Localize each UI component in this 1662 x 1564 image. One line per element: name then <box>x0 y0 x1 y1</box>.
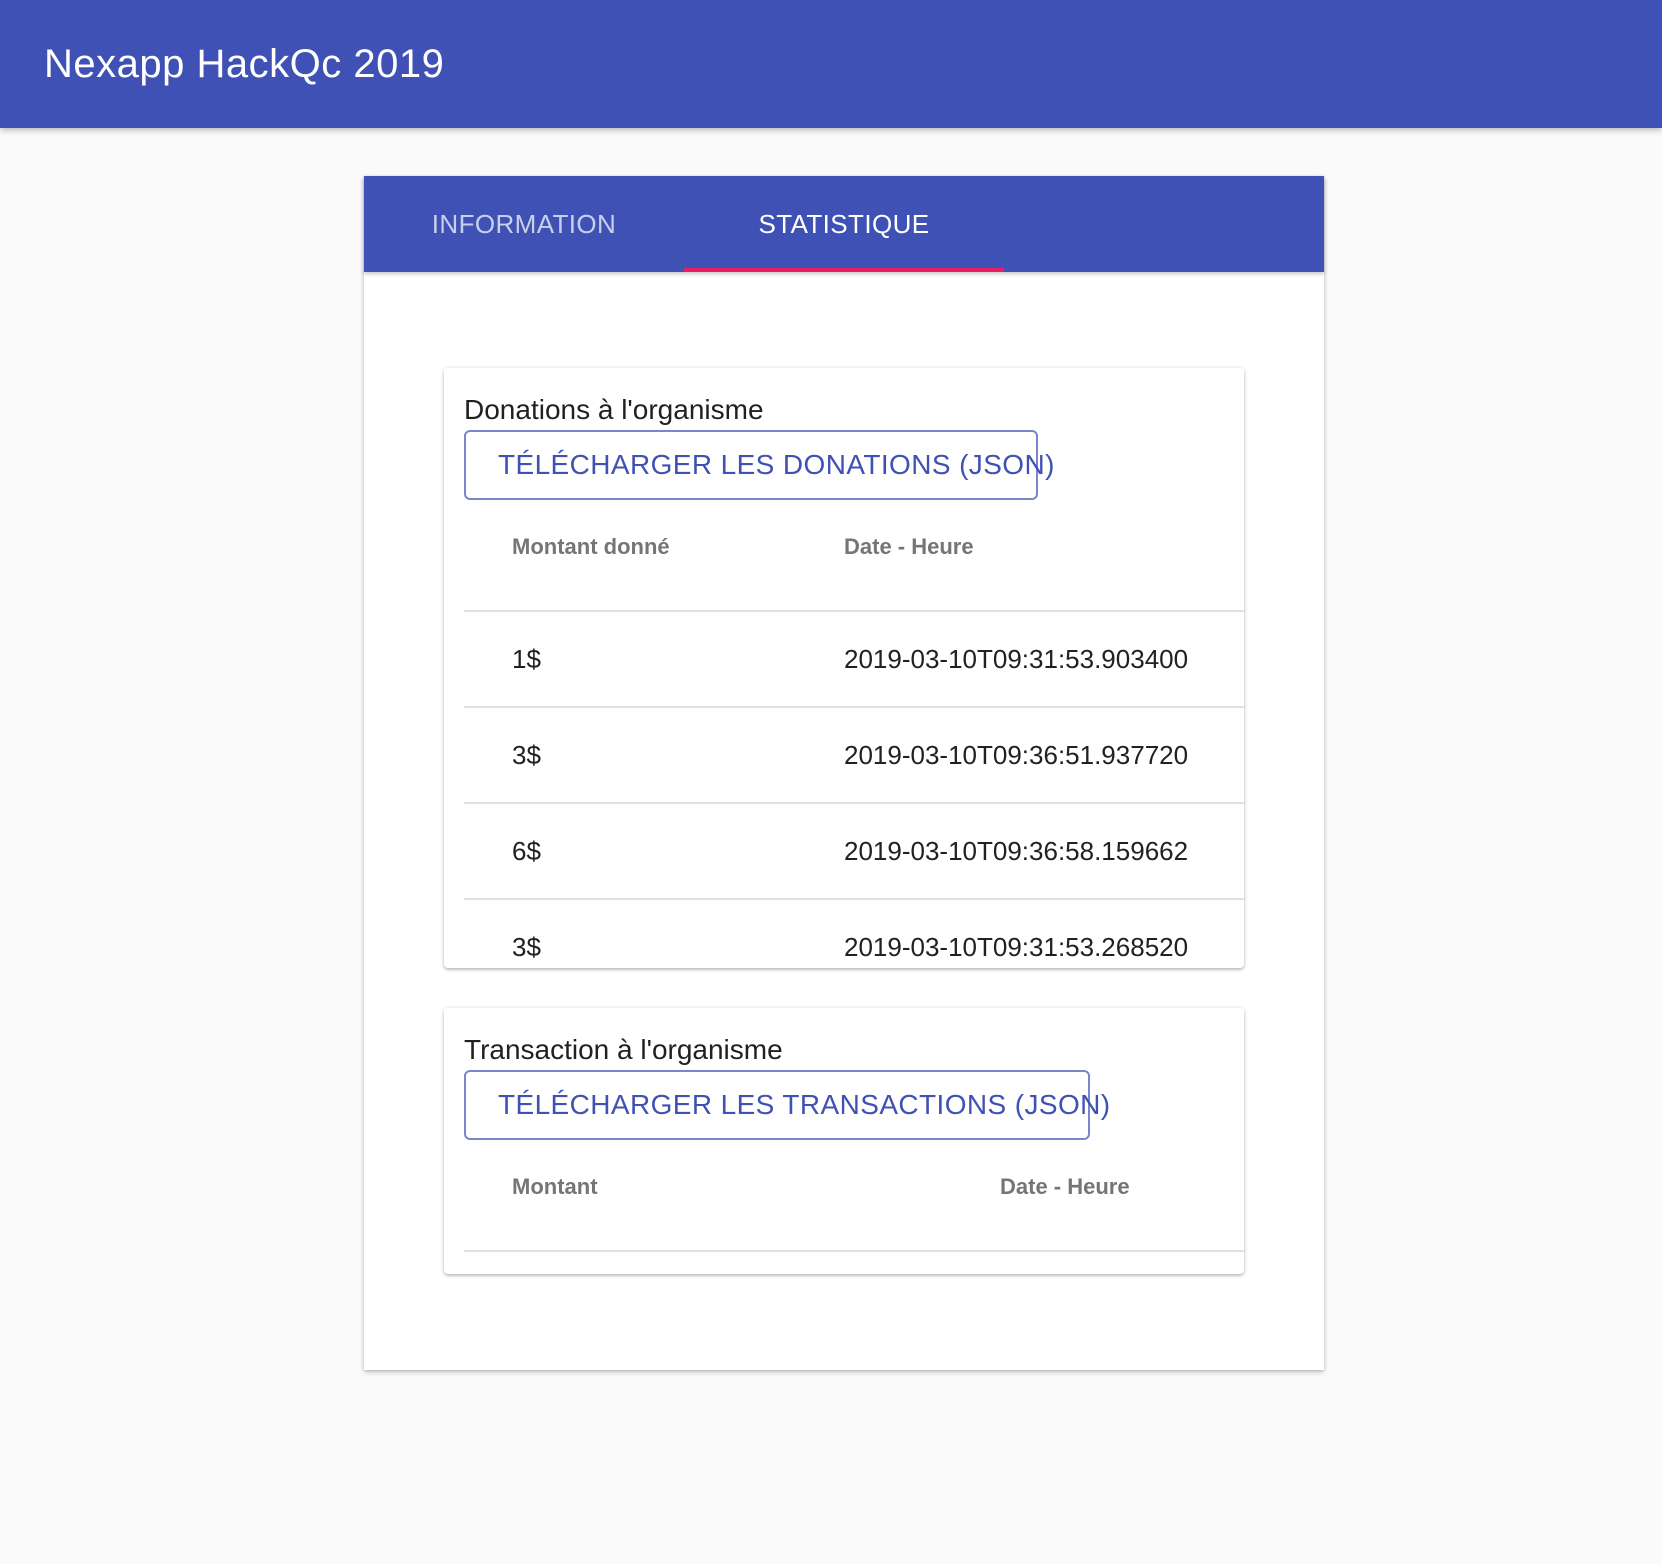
column-header-datetime[interactable]: Date - Heure <box>1000 1170 1130 1204</box>
column-header-amount[interactable]: Montant <box>512 1170 598 1204</box>
tab-bar: INFORMATION STATISTIQUE <box>364 176 1324 272</box>
table-row: 3$ 2019-03-10T09:31:53.268520 <box>464 900 1244 968</box>
transactions-panel: Transaction à l'organisme TÉLÉCHARGER LE… <box>444 1008 1244 1274</box>
table-row: 3$ 2019-03-10T09:36:51.937720 <box>464 708 1244 804</box>
cell-amount: 1$ <box>512 644 541 674</box>
column-header-datetime[interactable]: Date - Heure <box>844 530 974 564</box>
active-tab-indicator <box>684 268 1004 272</box>
app-bar: Nexapp HackQc 2019 <box>0 0 1662 128</box>
table-row: 6$ 2019-03-10T09:36:58.159662 <box>464 804 1244 900</box>
column-header-amount[interactable]: Montant donné <box>512 530 670 564</box>
cell-datetime: 2019-03-10T09:31:53.268520 <box>844 932 1189 962</box>
main-card: INFORMATION STATISTIQUE Donations à l'or… <box>364 176 1324 1370</box>
donations-title: Donations à l'organisme <box>464 394 764 425</box>
cell-datetime: 2019-03-10T09:36:51.937720 <box>844 740 1189 770</box>
transactions-table-header: Montant Date - Heure <box>464 1170 1244 1252</box>
transactions-table: Montant Date - Heure <box>464 1170 1244 1252</box>
table-row: 1$ 2019-03-10T09:31:53.903400 <box>464 612 1244 708</box>
download-donations-button[interactable]: TÉLÉCHARGER LES DONATIONS (JSON) <box>464 430 1054 500</box>
cell-amount: 3$ <box>512 740 541 770</box>
donations-table-header: Montant donné Date - Heure <box>464 530 1244 612</box>
cell-amount: 6$ <box>512 836 541 866</box>
tab-information[interactable]: INFORMATION <box>364 176 684 272</box>
tab-statistique[interactable]: STATISTIQUE <box>684 176 1004 272</box>
cell-datetime: 2019-03-10T09:31:53.903400 <box>844 644 1189 674</box>
download-transactions-button[interactable]: TÉLÉCHARGER LES TRANSACTIONS (JSON) <box>464 1070 1110 1140</box>
donations-panel: Donations à l'organisme TÉLÉCHARGER LES … <box>444 368 1244 968</box>
app-title: Nexapp HackQc 2019 <box>44 42 445 86</box>
donations-table: Montant donné Date - Heure 1$ 2019-03-10… <box>464 530 1244 968</box>
cell-amount: 3$ <box>512 932 541 962</box>
cell-datetime: 2019-03-10T09:36:58.159662 <box>844 836 1189 866</box>
transactions-title: Transaction à l'organisme <box>464 1034 783 1065</box>
